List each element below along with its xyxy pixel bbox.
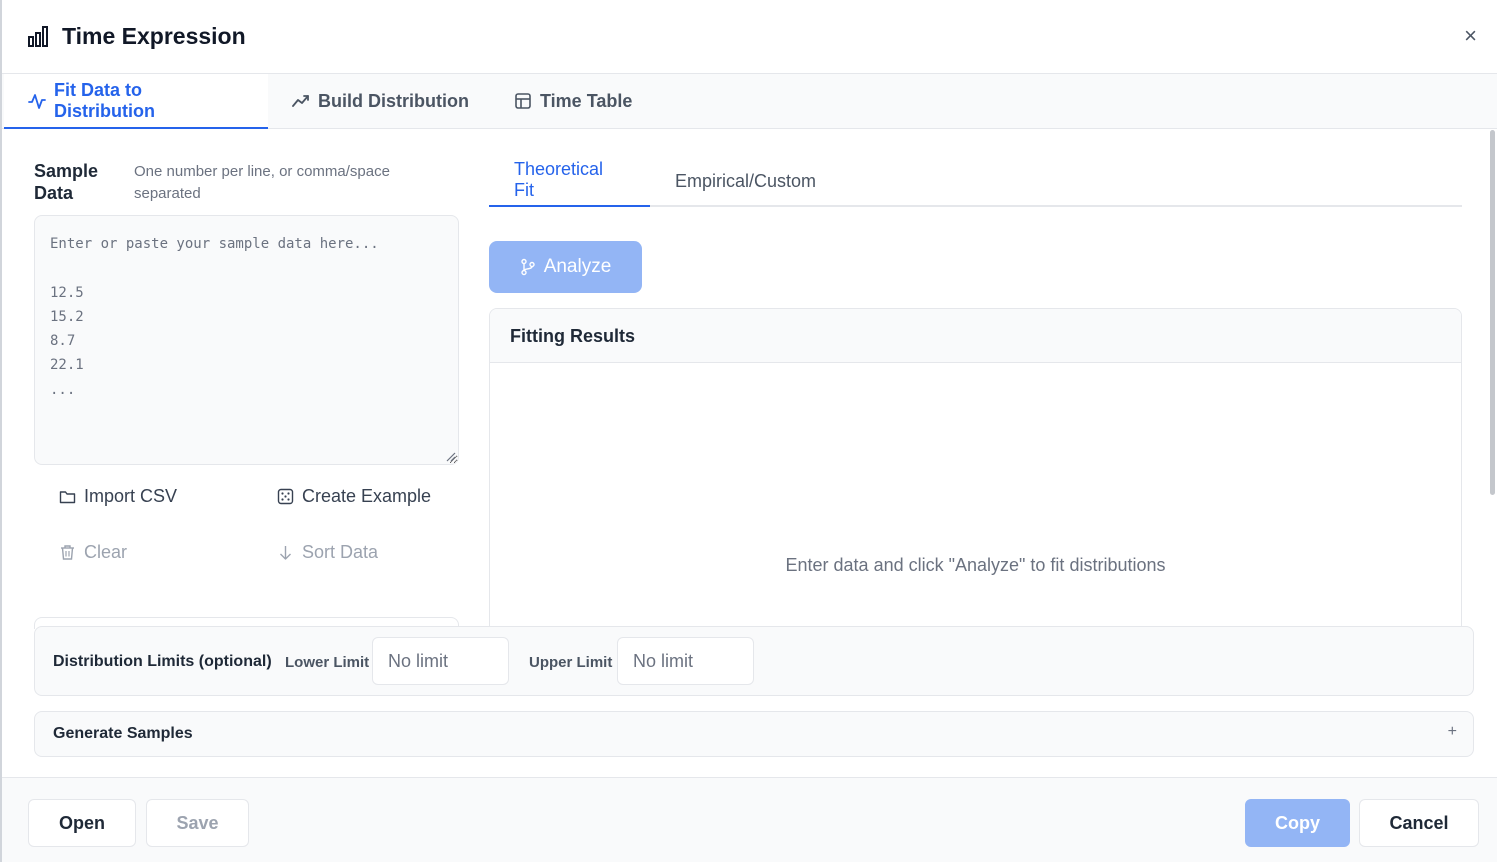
dice-icon <box>277 488 294 505</box>
subtab-empirical-custom[interactable]: Empirical/Custom <box>650 155 841 207</box>
import-csv-label: Import CSV <box>84 486 178 506</box>
tab-label: Build Distribution <box>318 90 469 111</box>
open-button[interactable]: Open <box>28 799 136 847</box>
dialog-footer: Open Save Copy Cancel <box>2 777 1497 862</box>
limits-title: Distribution Limits (optional) <box>53 653 272 670</box>
time-expression-dialog: Time Expression × Fit Data to Distributi… <box>0 0 1497 862</box>
create-example-label: Create Example <box>302 486 432 506</box>
sample-data-hint: One number per line, or comma/space sepa… <box>134 163 390 202</box>
table-icon <box>515 93 531 109</box>
fitting-results-title: Fitting Results <box>490 309 1461 363</box>
sample-data-label: Sample Data <box>34 161 99 203</box>
content-scrollbar[interactable] <box>1490 130 1495 630</box>
arrow-down-icon <box>280 546 291 560</box>
tab-fit-data[interactable]: Fit Data to Distribution <box>4 74 268 129</box>
lower-limit-label: Lower Limit <box>285 654 370 671</box>
upper-limit-input[interactable]: No limit <box>617 637 754 685</box>
sort-data-label: Sort Data <box>302 542 379 562</box>
tab-label: Time Table <box>540 90 633 111</box>
dialog-title: Time Expression <box>62 23 246 49</box>
fitting-results-panel: Fitting Results Enter data and click "An… <box>489 308 1462 638</box>
import-csv-button[interactable]: Import CSV <box>59 486 177 507</box>
trending-up-icon <box>292 95 309 107</box>
clear-button[interactable]: Clear <box>59 542 127 563</box>
results-empty-message: Enter data and click "Analyze" to fit di… <box>785 555 1166 575</box>
distribution-limits-section: Distribution Limits (optional) Lower Lim… <box>34 626 1474 696</box>
trash-icon <box>61 545 74 560</box>
subtab-theoretical-fit[interactable]: Theoretical Fit <box>489 155 650 207</box>
fit-mode-tabs: Theoretical Fit Empirical/Custom <box>489 155 1462 207</box>
expand-plus-icon: + <box>1447 723 1457 740</box>
close-icon[interactable]: × <box>1464 24 1477 48</box>
analyze-label: Analyze <box>543 256 612 277</box>
git-branch-icon <box>520 258 535 276</box>
create-example-button[interactable]: Create Example <box>277 486 431 507</box>
copy-button[interactable]: Copy <box>1245 799 1350 847</box>
cancel-button[interactable]: Cancel <box>1359 799 1479 847</box>
save-button[interactable]: Save <box>146 799 249 847</box>
lower-limit-input[interactable]: No limit <box>372 637 509 685</box>
bar-chart-icon <box>28 26 48 47</box>
tab-time-table[interactable]: Time Table <box>490 74 656 128</box>
upper-limit-label: Upper Limit <box>529 654 613 671</box>
generate-samples-toggle[interactable]: Generate Samples + <box>34 711 1474 757</box>
activity-icon <box>28 93 46 109</box>
tab-label: Fit Data to Distribution <box>54 79 155 121</box>
dialog-header: Time Expression × <box>2 0 1497 74</box>
resize-handle-icon[interactable] <box>446 452 456 462</box>
sample-data-textarea[interactable]: Enter or paste your sample data here... … <box>34 215 459 465</box>
tab-build-distribution[interactable]: Build Distribution <box>268 74 493 128</box>
main-tab-bar: Fit Data to Distribution Build Distribut… <box>2 74 1497 129</box>
sort-data-button[interactable]: Sort Data <box>277 542 378 563</box>
scrollbar-thumb[interactable] <box>1490 130 1495 495</box>
folder-icon <box>59 491 76 504</box>
generate-samples-title: Generate Samples <box>53 725 193 742</box>
clear-label: Clear <box>84 542 128 562</box>
analyze-button[interactable]: Analyze <box>489 241 642 293</box>
